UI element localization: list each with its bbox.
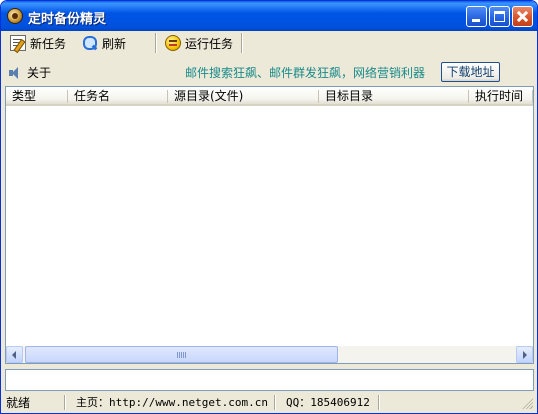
promo-link[interactable]: 邮件搜索狂飙、邮件群发狂飙，网络营销利器 xyxy=(185,64,425,81)
refresh-label: 刷新 xyxy=(102,36,127,51)
minimize-icon xyxy=(472,19,480,22)
task-list[interactable]: 类型 任务名 源目录(文件) 目标目录 执行时间 xyxy=(5,86,534,364)
homepage-text: 主页：http://www.netget.com.cn xyxy=(76,396,268,409)
download-button[interactable]: 下载地址 xyxy=(441,62,500,82)
column-header-type[interactable]: 类型 xyxy=(6,87,68,106)
speaker-icon xyxy=(8,66,22,80)
about-label: 关于 xyxy=(27,66,52,80)
run-task-label: 运行任务 xyxy=(185,36,234,51)
toolbar: 新任务 刷新 运行任务 xyxy=(4,31,534,55)
status-bar: 就绪 主页：http://www.netget.com.cn QQ：185406… xyxy=(4,393,534,412)
new-task-label: 新任务 xyxy=(30,36,67,51)
horizontal-scrollbar[interactable] xyxy=(6,346,533,363)
status-separator xyxy=(64,395,66,410)
grip-icon xyxy=(177,352,186,358)
title-bar[interactable]: 定时备份精灵 xyxy=(1,1,537,31)
message-box[interactable] xyxy=(5,369,534,391)
status-separator xyxy=(378,395,380,410)
maximize-button[interactable] xyxy=(489,6,510,27)
about-link[interactable]: 关于 xyxy=(8,64,51,81)
magnifier-icon xyxy=(82,35,98,51)
status-text: 就绪 xyxy=(6,396,31,410)
refresh-button[interactable]: 刷新 xyxy=(82,33,126,53)
column-header-exec-time[interactable]: 执行时间 xyxy=(469,87,533,106)
run-task-button[interactable]: 运行任务 xyxy=(165,33,233,53)
column-header-task-name[interactable]: 任务名 xyxy=(68,87,168,106)
scroll-right-button[interactable] xyxy=(516,346,533,363)
edit-note-icon xyxy=(10,35,26,51)
smiley-icon xyxy=(165,35,181,51)
close-icon xyxy=(513,7,532,26)
minimize-button[interactable] xyxy=(466,6,487,27)
column-header-source-dir[interactable]: 源目录(文件) xyxy=(168,87,319,106)
window-title: 定时备份精灵 xyxy=(28,12,107,27)
toolbar-separator xyxy=(155,33,157,53)
column-header-target-dir[interactable]: 目标目录 xyxy=(319,87,469,106)
status-separator xyxy=(274,395,276,410)
scrollbar-thumb[interactable] xyxy=(25,346,338,363)
app-icon[interactable] xyxy=(7,8,23,24)
new-task-button[interactable]: 新任务 xyxy=(10,33,66,53)
qq-text: QQ：185406912 xyxy=(286,396,370,409)
info-bar: 关于 邮件搜索狂飙、邮件群发狂飙，网络营销利器 下载地址 xyxy=(4,59,534,85)
main-window: 定时备份精灵 新任务 刷新 运行任务 关于 邮件搜索狂飙、邮件群发狂飙，网络营销… xyxy=(0,0,538,414)
maximize-icon xyxy=(494,11,505,22)
toolbar-separator xyxy=(241,33,243,53)
close-button[interactable] xyxy=(512,6,533,27)
list-header: 类型 任务名 源目录(文件) 目标目录 执行时间 xyxy=(6,87,533,106)
resize-grip-icon[interactable] xyxy=(521,397,533,409)
scroll-left-button[interactable] xyxy=(6,346,23,363)
